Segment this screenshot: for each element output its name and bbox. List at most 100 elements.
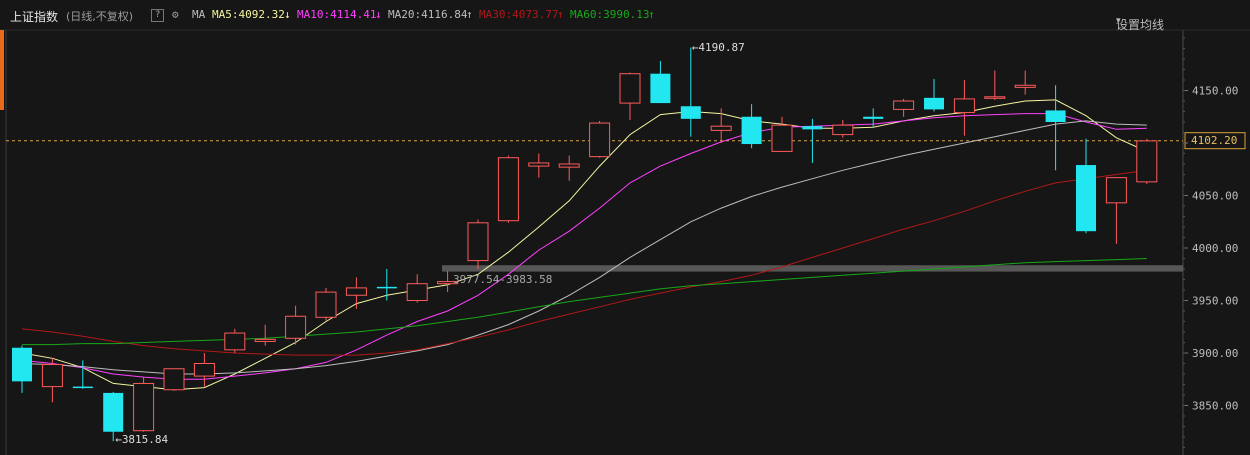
candle — [741, 104, 762, 149]
ma20-value: MA20:4116.84 — [388, 8, 468, 21]
high-value: 4190.87 — [698, 40, 745, 54]
candle-body — [285, 315, 307, 339]
candle — [1014, 70, 1036, 95]
ma-line-ma20 — [21, 120, 1147, 375]
candle-body — [832, 124, 854, 136]
candle — [650, 61, 671, 104]
candle — [1136, 138, 1158, 184]
candle — [193, 353, 215, 387]
y-tick-label: 4050.00 — [1192, 190, 1238, 203]
candle-body — [710, 125, 732, 131]
candle-body — [193, 363, 215, 377]
ma60-arrow-icon: ↑ — [648, 8, 655, 21]
candle — [12, 345, 32, 393]
candle-body — [680, 106, 701, 119]
ma5-arrow-icon: ↓ — [284, 8, 291, 21]
candle-body — [1136, 140, 1158, 183]
ma-label: MA — [192, 8, 206, 21]
high-marker: ←4190.87 — [691, 40, 745, 54]
candle-body — [924, 97, 944, 110]
candle — [924, 78, 944, 112]
candle-body — [863, 116, 884, 119]
caret-down-icon: ▾ — [1116, 16, 1121, 26]
candle-body — [406, 283, 428, 302]
candle — [1076, 138, 1096, 234]
candles — [12, 47, 1158, 442]
candle-body — [1076, 165, 1096, 232]
candle — [558, 155, 580, 181]
candle — [285, 305, 307, 345]
candle — [72, 360, 93, 389]
ma5-value: MA5:4092.32 — [212, 8, 285, 21]
candle-body — [650, 73, 671, 104]
candle-body — [1105, 177, 1127, 204]
candle — [224, 328, 246, 353]
candle — [771, 116, 793, 152]
candle-body — [984, 96, 1006, 99]
candle — [376, 269, 397, 301]
ma20-arrow-icon: ↑ — [466, 8, 473, 21]
ma-line-ma5 — [21, 99, 1148, 391]
candle — [254, 324, 276, 346]
candle-body — [41, 364, 63, 388]
candle-body — [1045, 110, 1066, 122]
candle — [984, 70, 1006, 100]
candle — [680, 47, 701, 137]
candle-body — [741, 116, 762, 145]
moving-average-lines — [21, 99, 1148, 391]
candle — [589, 120, 611, 158]
candle — [497, 155, 519, 223]
candle-body — [953, 98, 975, 114]
gear-icon[interactable]: ⚙ — [172, 8, 179, 21]
price-axis: 3850.00 3900.00 3950.00 4000.00 4050.00 4150.… — [1183, 37, 1238, 448]
candle — [163, 368, 185, 391]
candle-body — [345, 287, 367, 296]
candle-body — [224, 332, 246, 351]
candle-body — [497, 157, 519, 222]
candle — [1045, 85, 1066, 171]
candle-body — [376, 286, 397, 289]
candle — [619, 72, 641, 120]
y-tick-label: 4000.00 — [1192, 242, 1238, 255]
help-button[interactable]: ? — [151, 9, 165, 22]
candle — [315, 287, 337, 321]
band-rect — [442, 265, 1183, 272]
candle-body — [619, 73, 641, 104]
candle-body — [589, 122, 611, 158]
ma60-value: MA60:3990.13 — [570, 8, 650, 21]
display-mode: (日线,不复权) — [66, 10, 134, 23]
candle-body — [1014, 84, 1036, 88]
ma10-value: MA10:4114.41 — [297, 8, 377, 21]
price-band — [6, 132, 1246, 272]
candle-body — [72, 386, 93, 389]
index-name: 上证指数 — [10, 10, 59, 24]
candle — [133, 377, 155, 432]
candlestick-chart[interactable]: 3850.00 3900.00 3950.00 4000.00 4050.00 4150.… — [0, 0, 1250, 455]
y-tick-label: 4150.00 — [1192, 85, 1238, 98]
candle-body — [771, 124, 793, 152]
ma30-value: MA30:4073.77 — [479, 8, 559, 21]
low-marker: ←3815.84 — [115, 433, 169, 447]
ma-line-ma30 — [21, 169, 1147, 356]
chart-header: 上证指数 (日线,不复权) ? ⚙ MA MA5:4092.32 ↓ MA10:… — [0, 0, 1250, 32]
y-tick-label: 3950.00 — [1192, 295, 1238, 308]
low-value: 3815.84 — [121, 433, 169, 447]
band-label: 3977.54-3983.58 — [453, 272, 553, 286]
candle — [528, 153, 550, 178]
candle-body — [893, 100, 915, 110]
ma10-arrow-icon: ↓ — [375, 8, 382, 21]
candle — [41, 358, 63, 403]
candle — [345, 277, 367, 309]
candle-body — [802, 126, 823, 130]
candle-body — [254, 338, 276, 342]
left-accent-bar — [0, 30, 4, 110]
ma30-arrow-icon: ↑ — [557, 8, 564, 21]
candle-body — [103, 392, 124, 432]
y-tick-label: 3900.00 — [1192, 347, 1238, 360]
ma-line-ma10 — [21, 113, 1147, 380]
current-price-label: 4102.20 — [1191, 133, 1238, 147]
candle-body — [528, 162, 550, 167]
candle-body — [558, 163, 580, 168]
candle — [953, 80, 975, 136]
y-tick-label: 3850.00 — [1192, 400, 1238, 413]
